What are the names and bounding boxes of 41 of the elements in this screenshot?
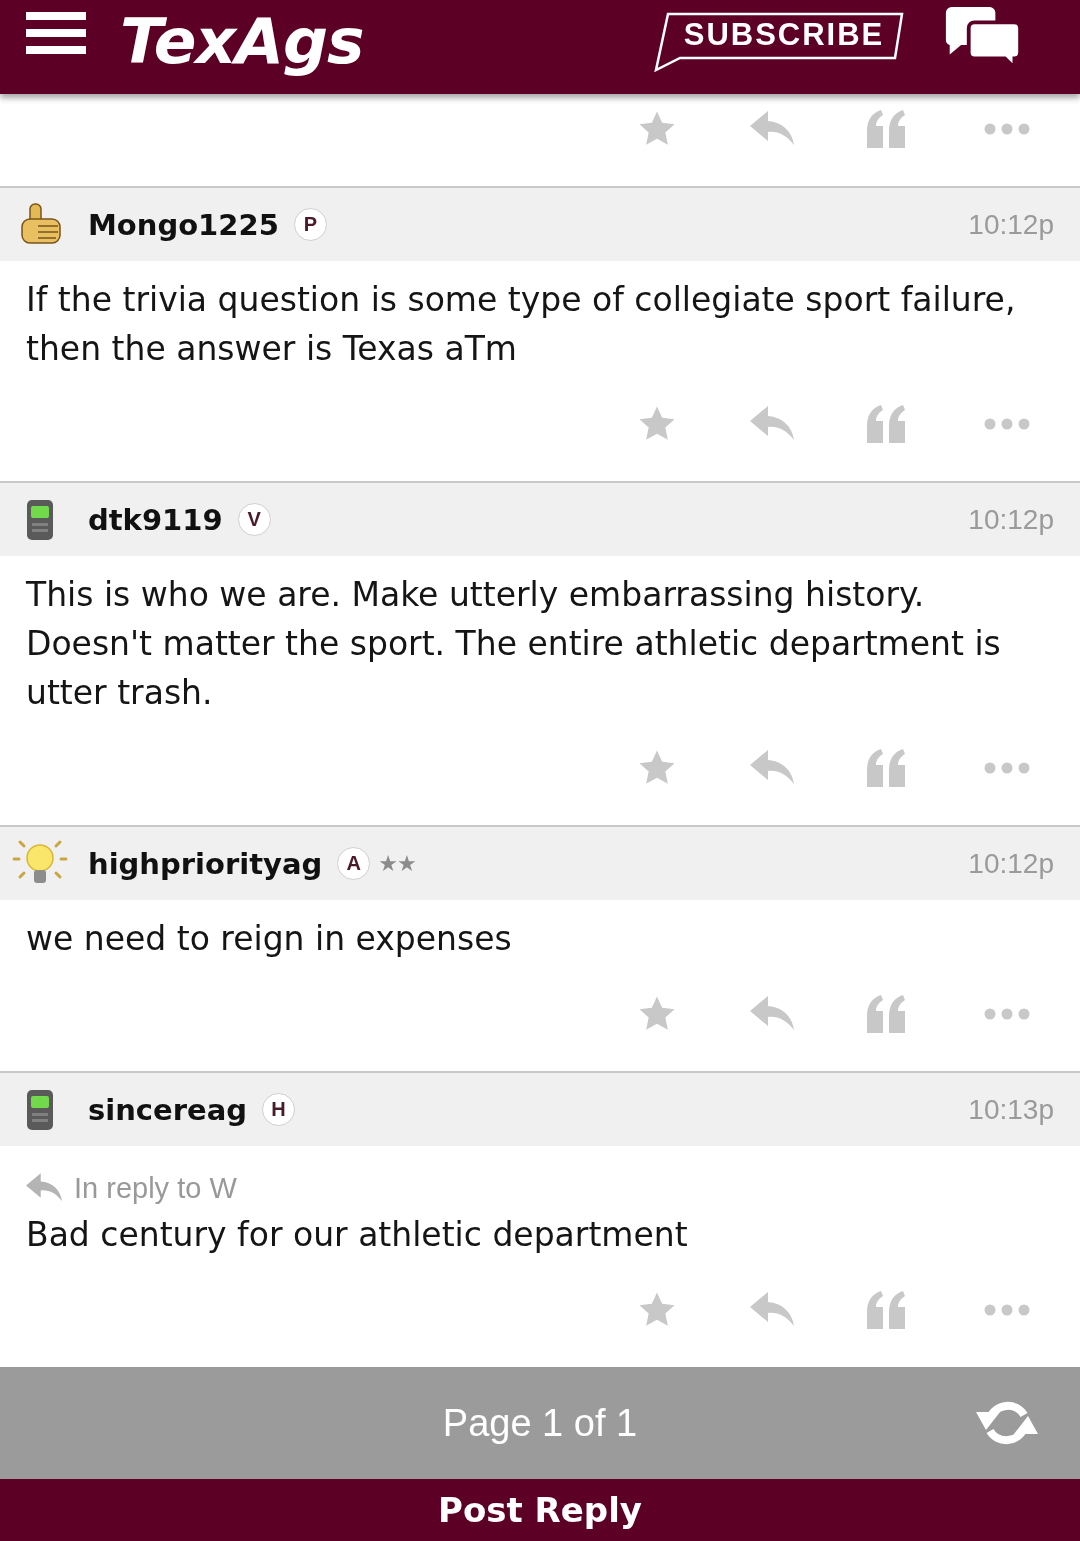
page-indicator: Page 1 of 1 (442, 1401, 638, 1445)
quote-icon[interactable] (867, 995, 905, 1033)
quote-icon[interactable] (867, 749, 905, 787)
reply-icon[interactable] (750, 111, 794, 147)
rank-stars: ★★ (378, 851, 416, 876)
post-time: 10:12p (968, 847, 1054, 880)
more-icon[interactable] (984, 1008, 1030, 1020)
reply-icon[interactable] (750, 406, 794, 442)
quote-icon[interactable] (867, 110, 905, 148)
username[interactable]: Mongo1225 (88, 207, 279, 242)
phone-icon (27, 1089, 53, 1130)
subscribe-button[interactable]: SUBSCRIBE (654, 12, 904, 72)
thumbs-up-icon (18, 202, 62, 247)
rank-badge: A (337, 847, 371, 880)
post-reply-button[interactable]: Post Reply (0, 1479, 1080, 1541)
quote-icon[interactable] (867, 1291, 905, 1329)
phone-icon (27, 499, 53, 540)
more-icon[interactable] (984, 123, 1030, 135)
menu-icon[interactable] (26, 12, 86, 54)
rank-badge: P (293, 208, 327, 241)
post-time: 10:12p (968, 208, 1054, 241)
post-text: If the trivia question is some type of collegiate sport failure, then the answer is Texas aTm (26, 279, 1017, 370)
username[interactable]: dtk9119 (88, 502, 223, 537)
more-icon[interactable] (984, 418, 1030, 430)
reply-arrow-icon (26, 1173, 62, 1203)
post-text: This is who we are. Make utterly embarrassing history. Doesn't matter the sport. The entire athletic department is utter trash. (26, 574, 1002, 714)
username[interactable]: highpriorityag (88, 846, 323, 881)
site-logo[interactable]: TexAgs (120, 6, 364, 78)
post-text: we need to reign in expenses (26, 918, 513, 960)
reply-icon[interactable] (750, 750, 794, 786)
username[interactable]: sincereag (88, 1092, 247, 1127)
rank-badge: H (262, 1093, 295, 1126)
reply-icon[interactable] (750, 1292, 794, 1328)
more-icon[interactable] (984, 1304, 1030, 1316)
reply-icon[interactable] (750, 996, 794, 1032)
post-text: Bad century for our athletic department (26, 1214, 689, 1256)
post-time: 10:13p (968, 1093, 1054, 1126)
more-icon[interactable] (984, 762, 1030, 774)
rank-badge: V (237, 503, 271, 536)
post-time: 10:12p (968, 503, 1054, 536)
quote-icon[interactable] (867, 405, 905, 443)
